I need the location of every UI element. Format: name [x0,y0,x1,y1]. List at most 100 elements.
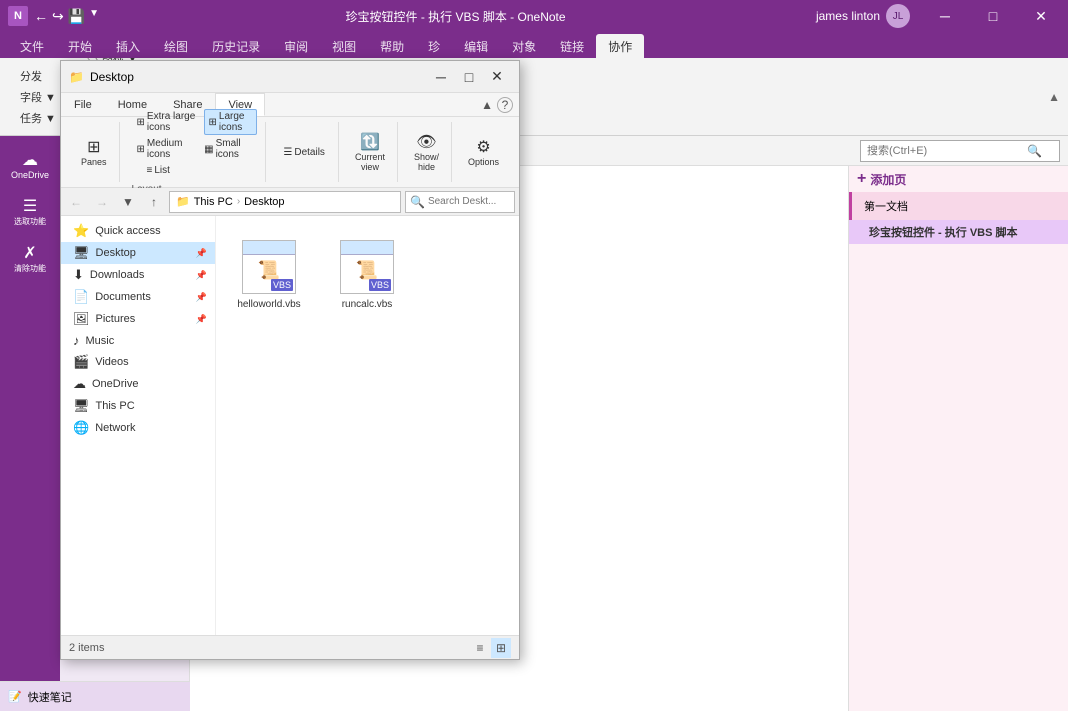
explorer-search-box[interactable]: 🔍 [405,191,515,213]
tab-insert[interactable]: 插入 [104,34,152,58]
tab-object[interactable]: 对象 [500,34,548,58]
nav-up-btn[interactable]: ↑ [143,191,165,213]
tab-draw[interactable]: 绘图 [152,34,200,58]
right-section-first-doc[interactable]: 第一文档 [849,192,1068,220]
large-icons-btn[interactable]: ⊞ Large icons [204,109,258,135]
sidebar-music-label: Music [86,335,115,347]
task-btn[interactable]: 任务 ▼ [16,108,60,128]
medium-icons-btn[interactable]: ⊞ Medium icons [132,136,198,162]
sidebar-select[interactable]: ☰ 选取功能 [5,190,55,233]
current-view-btn[interactable]: 🔃 Currentview [351,130,389,174]
pin-icon: 📌 [196,248,207,259]
show-hide-label: Show/hide [414,152,439,172]
right-panel: + 添加页 第一文档 珍宝按钮控件 - 执行 VBS 脚本 [848,166,1068,711]
save-icon[interactable]: 💾 [68,8,85,25]
tab-review[interactable]: 审阅 [272,34,320,58]
username-label: james linton [816,9,880,23]
current-view-label: Currentview [355,152,385,172]
tab-file[interactable]: 文件 [8,34,56,58]
explorer-addressbar: ← → ▼ ↑ 📁 This PC › Desktop 🔍 [61,188,519,216]
sidebar-onedrive[interactable]: ☁ OneDrive [61,373,215,395]
panes-btn[interactable]: ⊞ Panes [77,135,111,169]
tab-view[interactable]: 视图 [320,34,368,58]
dropdown-arrow-icon[interactable]: ▼ [89,8,99,25]
tab-edit[interactable]: 编辑 [452,34,500,58]
exp-layout-group: ⊞ Extra large icons ⊞ Large icons ⊞ Medi… [124,122,267,182]
tab-help[interactable]: 帮助 [368,34,416,58]
file-item-helloworld[interactable]: 📜 VBS helloworld.vbs [224,224,314,324]
explorer-search-input[interactable] [428,196,508,207]
network-icon: 🌐 [73,420,89,436]
sidebar-clear[interactable]: ✗ 清除功能 [5,237,55,280]
sidebar-pictures[interactable]: 🖼 Pictures 📌 [61,308,215,330]
close-button[interactable]: ✕ [1018,0,1064,32]
helloworld-file-icon: 📜 VBS [241,239,297,295]
sidebar-downloads[interactable]: ⬇ Downloads 📌 [61,264,215,286]
tab-zhen[interactable]: 珍 [416,34,452,58]
small-icons-btn[interactable]: ▦ Small icons [199,136,257,162]
ribbon-help-icon[interactable]: ? [497,97,513,113]
maximize-button[interactable]: □ [970,0,1016,32]
large-icon-view-btn[interactable]: ⊞ [491,638,511,658]
nav-back-btn[interactable]: ← [65,191,87,213]
sidebar-desktop-label: Desktop [96,247,136,259]
tab-history[interactable]: 历史记录 [200,34,272,58]
redo-icon[interactable]: ↪ [52,8,64,25]
ribbon-up-icon[interactable]: ▲ [481,98,493,112]
quick-notes-icon: 📝 [8,690,22,703]
runcalc-file-icon: 📜 VBS [339,239,395,295]
onenote-search-box[interactable]: 🔍 [860,140,1060,162]
documents-pin-icon: 📌 [196,292,207,303]
clear-icon: ✗ [9,243,51,263]
tab-collaborate[interactable]: 协作 [596,34,644,58]
select-icon: ☰ [9,196,51,216]
right-page-item[interactable]: 珍宝按钮控件 - 执行 VBS 脚本 [849,220,1068,244]
sidebar-music[interactable]: ♪ Music [61,330,215,351]
options-btn[interactable]: ⚙ Options [464,135,503,169]
show-hide-btn[interactable]: 👁 Show/hide [410,130,443,174]
address-box[interactable]: 📁 This PC › Desktop [169,191,401,213]
explorer-window: 📁 Desktop ─ □ ✕ File Home Share View ▲ ?… [60,60,520,660]
sidebar-network[interactable]: 🌐 Network [61,417,215,439]
onenote-search-input[interactable] [867,145,1027,157]
search-icon: 🔍 [1027,144,1042,158]
sidebar-this-pc[interactable]: 🖥 This PC [61,395,215,417]
sidebar-quick-access[interactable]: ⭐ Quick access [61,220,215,242]
avatar[interactable]: JL [886,4,910,28]
tab-link[interactable]: 链接 [548,34,596,58]
extra-large-icons-btn[interactable]: ⊞ Extra large icons [132,109,202,135]
this-pc-icon: 🖥 [73,398,90,414]
details-btn[interactable]: ☰ Details [278,145,330,160]
sidebar-onedrive[interactable]: ☁ OneDrive [5,144,55,186]
list-view-btn[interactable]: ≡ [470,638,490,658]
explorer-maximize-btn[interactable]: □ [455,63,483,91]
vbs-icon-container-1: 📜 VBS [242,240,296,294]
distribute-btn[interactable]: 分发 [16,66,60,86]
large-icons-label: Large icons [219,111,252,133]
explorer-close-btn[interactable]: ✕ [483,63,511,91]
tab-home[interactable]: 开始 [56,34,104,58]
sidebar-one-label: OneDrive [9,170,51,180]
details-icon: ☰ [283,147,292,158]
nav-forward-btn[interactable]: → [91,191,113,213]
explorer-minimize-btn[interactable]: ─ [427,63,455,91]
back-arrow-icon[interactable]: ← [34,8,48,25]
nav-recent-btn[interactable]: ▼ [117,191,139,213]
sidebar-quick-access-label: Quick access [95,225,160,237]
file-item-runcalc[interactable]: 📜 VBS runcalc.vbs [322,224,412,324]
fields-btn[interactable]: 字段 ▼ [16,87,60,107]
plus-icon: + [857,170,866,188]
sidebar-videos[interactable]: 🎬 Videos [61,351,215,373]
small-icon: ▦ [204,144,213,155]
sidebar-desktop[interactable]: 🖥 Desktop 📌 [61,242,215,264]
sidebar-onedrive-label: OneDrive [92,378,138,390]
add-page-button[interactable]: + 添加页 [849,166,1068,192]
user-area: james linton JL [804,4,922,28]
sidebar-documents[interactable]: 📄 Documents 📌 [61,286,215,308]
list-btn[interactable]: ≡ List [142,163,175,178]
explorer-tab-file[interactable]: File [61,93,105,116]
ribbon-collapse-btn[interactable]: ▲ [1048,90,1060,104]
app-icon: N [8,6,28,26]
list-label: List [154,165,170,176]
minimize-button[interactable]: ─ [922,0,968,32]
